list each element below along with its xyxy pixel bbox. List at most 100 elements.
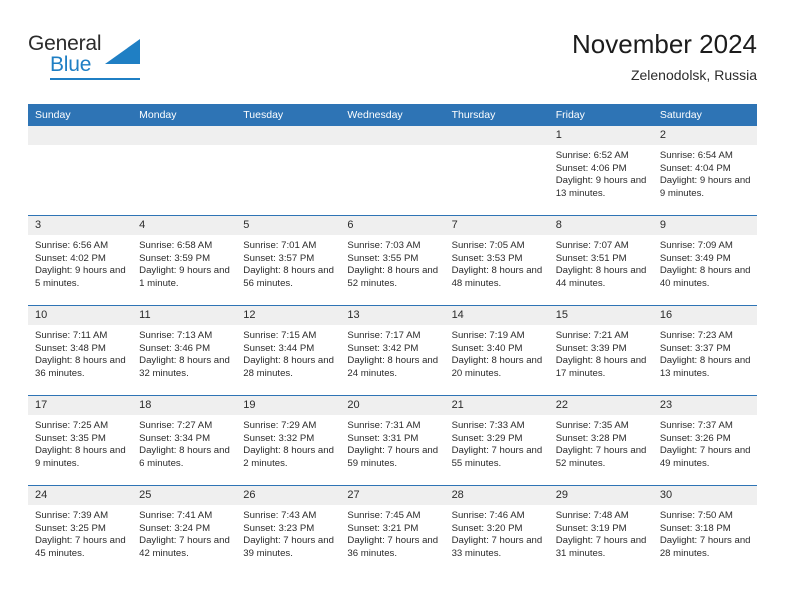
calendar-day-cell[interactable]: 18 Sunrise: 7:27 AM Sunset: 3:34 PM Dayligh… <box>132 395 237 486</box>
calendar-day-cell[interactable]: 17 Sunrise: 7:25 AM Sunset: 3:35 PM Dayligh… <box>28 395 133 486</box>
sunrise-text: Sunrise: 7:23 AM <box>659 330 733 341</box>
daylight-text: Daylight: 8 hours and 40 minutes. <box>659 265 751 289</box>
brand-underline <box>50 78 140 80</box>
calendar-day-cell[interactable]: 9 Sunrise: 7:09 AM Sunset: 3:49 PM Daylight… <box>652 215 757 306</box>
day-number: 2 <box>652 126 757 145</box>
daylight-text: Daylight: 7 hours and 36 minutes. <box>347 535 439 559</box>
day-sun-info: Sunrise: 7:13 AM Sunset: 3:46 PM Daylight:… <box>132 325 236 380</box>
day-sun-info: Sunrise: 6:52 AM Sunset: 4:06 PM Daylight:… <box>549 145 653 200</box>
calendar-day-cell[interactable]: 3 Sunrise: 6:56 AM Sunset: 4:02 PM Daylight… <box>28 215 133 306</box>
day-sun-info: Sunrise: 7:45 AM Sunset: 3:21 PM Daylight:… <box>340 505 444 560</box>
calendar-day-cell[interactable]: 20 Sunrise: 7:31 AM Sunset: 3:31 PM Dayligh… <box>340 395 445 486</box>
daylight-text: Daylight: 7 hours and 55 minutes. <box>451 445 543 469</box>
calendar-day-cell[interactable]: 27 Sunrise: 7:45 AM Sunset: 3:21 PM Dayligh… <box>340 485 445 578</box>
calendar-week-row: 17 Sunrise: 7:25 AM Sunset: 3:35 PM Dayligh… <box>28 395 757 486</box>
day-number: 25 <box>132 486 237 505</box>
calendar-day-cell[interactable]: 29 Sunrise: 7:48 AM Sunset: 3:19 PM Dayligh… <box>548 485 653 578</box>
daylight-text: Daylight: 8 hours and 2 minutes. <box>243 445 334 469</box>
day-sun-info: Sunrise: 7:03 AM Sunset: 3:55 PM Daylight:… <box>340 235 444 290</box>
calendar-day-cell[interactable]: 26 Sunrise: 7:43 AM Sunset: 3:23 PM Dayligh… <box>236 485 341 578</box>
sunrise-text: Sunrise: 7:43 AM <box>243 510 317 521</box>
day-sun-info: Sunrise: 7:07 AM Sunset: 3:51 PM Daylight:… <box>549 235 653 290</box>
calendar-day-cell[interactable]: 24 Sunrise: 7:39 AM Sunset: 3:25 PM Dayligh… <box>28 485 133 578</box>
sunrise-text: Sunrise: 7:37 AM <box>659 420 733 431</box>
calendar-day-cell[interactable]: 22 Sunrise: 7:35 AM Sunset: 3:28 PM Dayligh… <box>548 395 653 486</box>
sunrise-text: Sunrise: 7:48 AM <box>555 510 629 521</box>
calendar-day-cell[interactable]: 30 Sunrise: 7:50 AM Sunset: 3:18 PM Dayligh… <box>652 485 757 578</box>
daylight-text: Daylight: 9 hours and 13 minutes. <box>555 175 647 199</box>
calendar-day-cell[interactable]: 14 Sunrise: 7:19 AM Sunset: 3:40 PM Dayligh… <box>444 305 549 396</box>
calendar-day-cell[interactable]: 6 Sunrise: 7:03 AM Sunset: 3:55 PM Daylight… <box>340 215 445 306</box>
calendar-day-cell[interactable]: 2 Sunrise: 6:54 AM Sunset: 4:04 PM Daylight… <box>652 126 757 216</box>
calendar-day-cell[interactable]: 1 Sunrise: 6:52 AM Sunset: 4:06 PM Daylight… <box>548 126 653 216</box>
sunrise-text: Sunrise: 6:58 AM <box>139 240 213 251</box>
calendar-day-cell[interactable]: 10 Sunrise: 7:11 AM Sunset: 3:48 PM Dayligh… <box>28 305 133 396</box>
sunset-text: Sunset: 3:57 PM <box>243 252 315 264</box>
sunset-text: Sunset: 3:26 PM <box>659 432 731 444</box>
day-sun-info: Sunrise: 7:27 AM Sunset: 3:34 PM Daylight:… <box>132 415 236 470</box>
calendar-day-cell[interactable]: 8 Sunrise: 7:07 AM Sunset: 3:51 PM Daylight… <box>548 215 653 306</box>
daylight-text: Daylight: 8 hours and 6 minutes. <box>139 445 230 469</box>
calendar-day-cell[interactable]: 21 Sunrise: 7:33 AM Sunset: 3:29 PM Dayligh… <box>444 395 549 486</box>
sunrise-text: Sunrise: 7:09 AM <box>659 240 733 251</box>
calendar-day-cell[interactable]: 16 Sunrise: 7:23 AM Sunset: 3:37 PM Dayligh… <box>652 305 757 396</box>
day-sun-info: Sunrise: 7:46 AM Sunset: 3:20 PM Daylight:… <box>445 505 549 560</box>
calendar-day-cell[interactable]: 11 Sunrise: 7:13 AM Sunset: 3:46 PM Dayligh… <box>132 305 237 396</box>
calendar-table: Sunday Monday Tuesday Wednesday Thursday… <box>28 104 757 578</box>
day-number <box>236 126 341 145</box>
sunset-text: Sunset: 3:35 PM <box>35 432 106 444</box>
brand-name-blue: Blue <box>50 53 92 76</box>
day-number: 19 <box>236 396 341 415</box>
sunset-text: Sunset: 3:40 PM <box>451 342 523 354</box>
daylight-text: Daylight: 7 hours and 42 minutes. <box>139 535 230 559</box>
calendar-day-cell[interactable]: 7 Sunrise: 7:05 AM Sunset: 3:53 PM Daylight… <box>444 215 549 306</box>
calendar-day-cell[interactable]: 12 Sunrise: 7:15 AM Sunset: 3:44 PM Dayligh… <box>236 305 341 396</box>
day-number: 21 <box>444 396 549 415</box>
calendar-header-row: Sunday Monday Tuesday Wednesday Thursday… <box>28 104 757 126</box>
day-number: 12 <box>236 306 341 325</box>
day-number: 1 <box>548 126 653 145</box>
day-sun-info: Sunrise: 7:35 AM Sunset: 3:28 PM Daylight:… <box>549 415 653 470</box>
page-title: November 2024 <box>572 29 757 59</box>
calendar-week-row: 10 Sunrise: 7:11 AM Sunset: 3:48 PM Dayligh… <box>28 305 757 396</box>
calendar-day-cell[interactable]: 19 Sunrise: 7:29 AM Sunset: 3:32 PM Dayligh… <box>236 395 341 486</box>
day-number: 13 <box>340 306 445 325</box>
day-number: 14 <box>444 306 549 325</box>
calendar-day-cell-empty <box>444 126 549 216</box>
calendar-day-cell[interactable]: 25 Sunrise: 7:41 AM Sunset: 3:24 PM Dayligh… <box>132 485 237 578</box>
calendar-day-cell[interactable]: 15 Sunrise: 7:21 AM Sunset: 3:39 PM Dayligh… <box>548 305 653 396</box>
sunset-text: Sunset: 3:34 PM <box>139 432 211 444</box>
calendar-day-cell-empty <box>236 126 341 216</box>
sunrise-text: Sunrise: 7:19 AM <box>451 330 525 341</box>
calendar-page: General Blue November 2024 Zelenodolsk, … <box>0 0 792 612</box>
calendar-day-cell[interactable]: 28 Sunrise: 7:46 AM Sunset: 3:20 PM Dayligh… <box>444 485 549 578</box>
calendar-day-cell[interactable]: 4 Sunrise: 6:58 AM Sunset: 3:59 PM Daylight… <box>132 215 237 306</box>
sunrise-text: Sunrise: 7:45 AM <box>347 510 421 521</box>
calendar-body: 1 Sunrise: 6:52 AM Sunset: 4:06 PM Daylight… <box>28 126 757 578</box>
day-number: 30 <box>652 486 757 505</box>
day-number: 10 <box>28 306 133 325</box>
calendar-day-cell[interactable]: 23 Sunrise: 7:37 AM Sunset: 3:26 PM Dayligh… <box>652 395 757 486</box>
daylight-text: Daylight: 7 hours and 39 minutes. <box>243 535 334 559</box>
sunrise-text: Sunrise: 7:27 AM <box>139 420 213 431</box>
day-number <box>444 126 549 145</box>
sunrise-text: Sunrise: 7:31 AM <box>347 420 421 431</box>
day-sun-info: Sunrise: 7:43 AM Sunset: 3:23 PM Daylight:… <box>236 505 340 560</box>
day-number: 15 <box>548 306 653 325</box>
day-sun-info: Sunrise: 7:21 AM Sunset: 3:39 PM Daylight:… <box>549 325 653 380</box>
daylight-text: Daylight: 8 hours and 13 minutes. <box>659 355 751 379</box>
calendar-day-cell[interactable]: 5 Sunrise: 7:01 AM Sunset: 3:57 PM Daylight… <box>236 215 341 306</box>
day-sun-info: Sunrise: 7:09 AM Sunset: 3:49 PM Daylight:… <box>653 235 757 290</box>
sunset-text: Sunset: 3:19 PM <box>555 522 627 534</box>
day-sun-info: Sunrise: 7:29 AM Sunset: 3:32 PM Daylight:… <box>236 415 340 470</box>
day-number: 5 <box>236 216 341 235</box>
day-number: 28 <box>444 486 549 505</box>
brand-logo[interactable]: General Blue <box>28 32 158 86</box>
sunrise-text: Sunrise: 6:54 AM <box>659 150 733 161</box>
weekday-header-sunday: Sunday <box>28 104 133 126</box>
sunset-text: Sunset: 3:29 PM <box>451 432 523 444</box>
day-sun-info: Sunrise: 7:37 AM Sunset: 3:26 PM Daylight:… <box>653 415 757 470</box>
sunrise-text: Sunrise: 7:15 AM <box>243 330 317 341</box>
daylight-text: Daylight: 7 hours and 45 minutes. <box>35 535 126 559</box>
calendar-day-cell[interactable]: 13 Sunrise: 7:17 AM Sunset: 3:42 PM Dayligh… <box>340 305 445 396</box>
